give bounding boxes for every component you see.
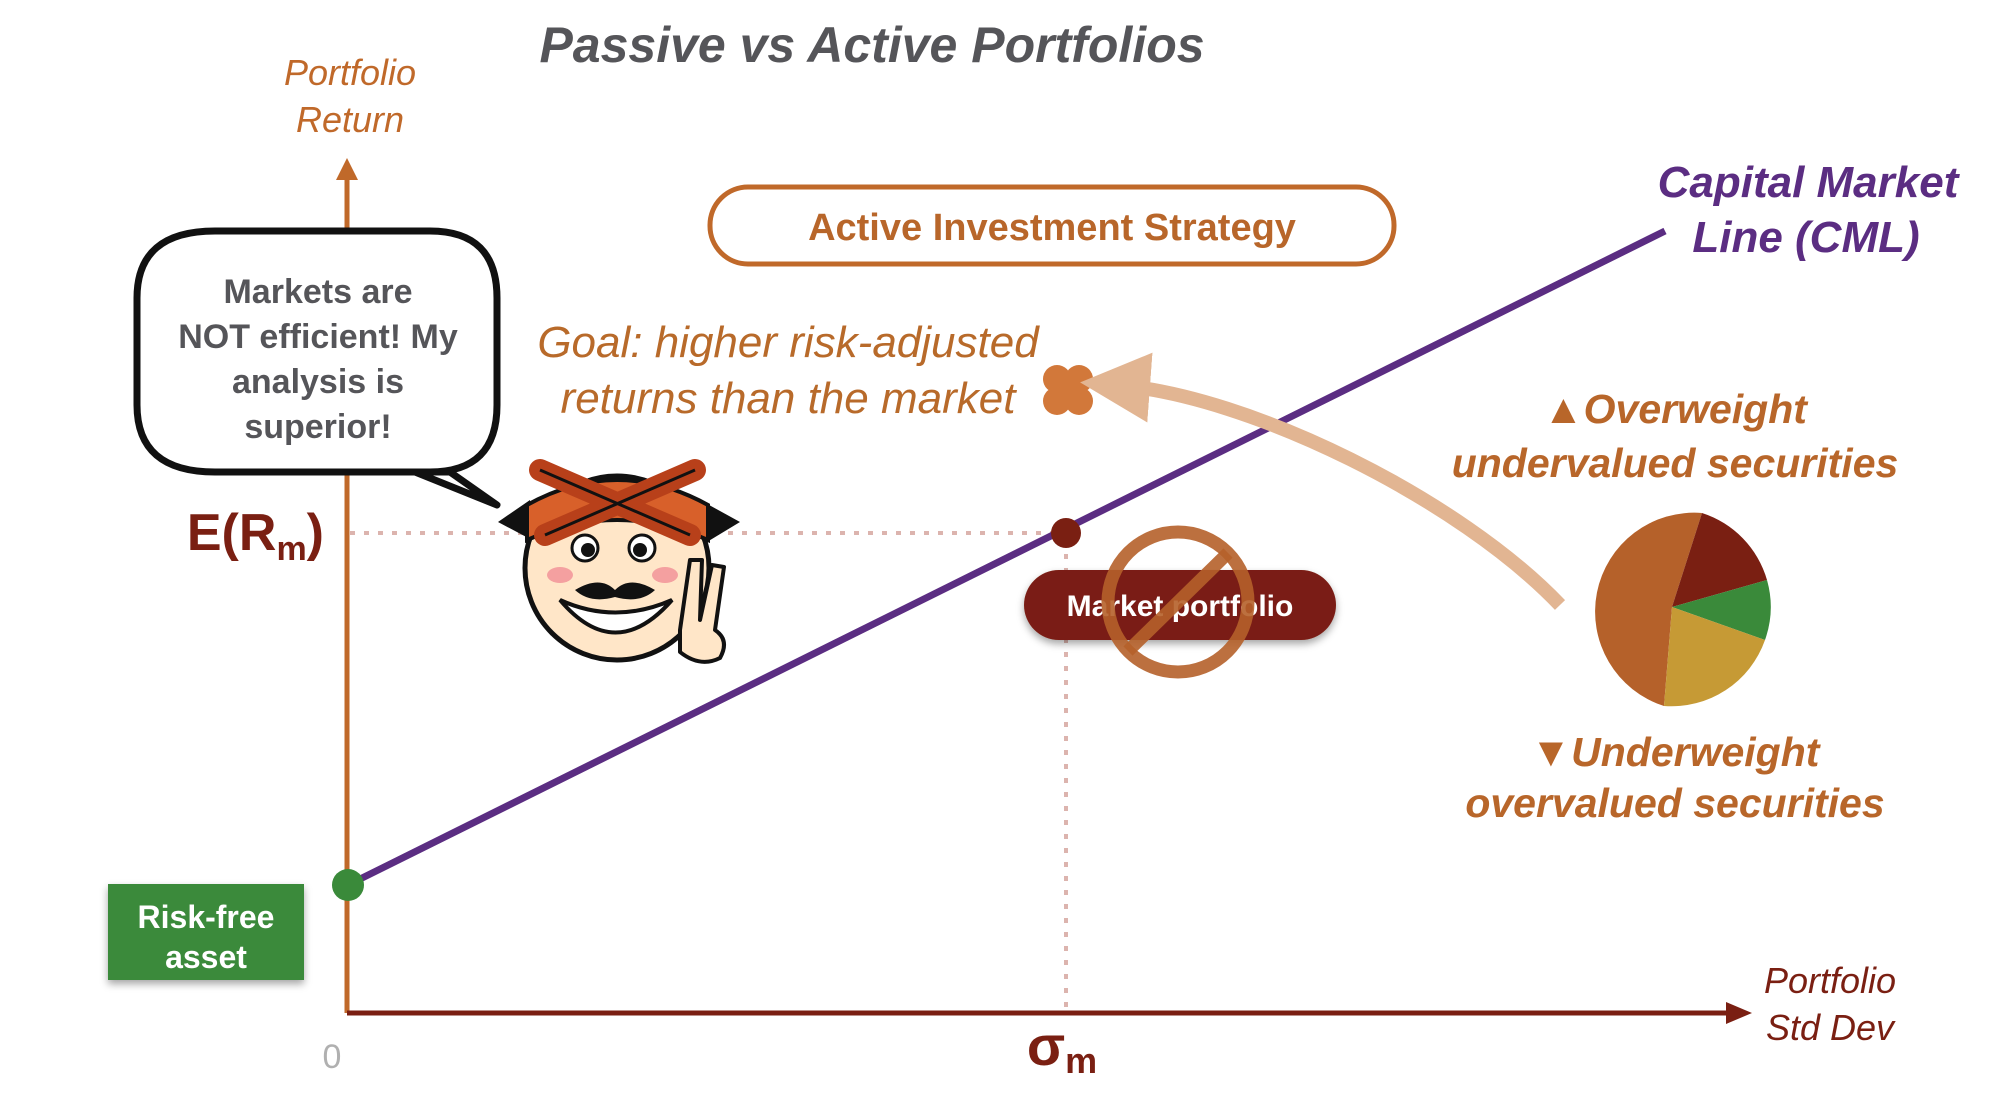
y-axis-label-line2: Return (296, 99, 404, 140)
overweight-line2: undervalued securities (1452, 440, 1899, 486)
risk-free-point (332, 869, 364, 901)
market-portfolio-point (1051, 518, 1081, 548)
goal-line2: returns than the market (561, 374, 1018, 423)
speech-bubble-line3: analysis is (232, 363, 404, 401)
target-flower-icon (1043, 365, 1093, 415)
speech-bubble-line2: NOT efficient! My (178, 318, 458, 356)
y-axis-label-line1: Portfolio (284, 52, 416, 93)
diagram-canvas: Passive vs Active Portfolios Portfolio R… (108, 17, 1961, 1081)
risk-free-line1: Risk-free (138, 899, 275, 935)
overweight-line1: ▲Overweight (1543, 386, 1809, 432)
expected-return-label: E(Rm) (187, 504, 324, 568)
page-title: Passive vs Active Portfolios (539, 17, 1204, 73)
underweight-line1: ▼Underweight (1531, 729, 1822, 775)
origin-label: 0 (323, 1038, 342, 1076)
speech-bubble-line4: superior! (244, 408, 391, 446)
x-axis-label-line2: Std Dev (1766, 1007, 1896, 1048)
sigma-m-label: σm (1027, 1014, 1097, 1081)
cml-label-line2: Line (CML) (1692, 213, 1919, 262)
x-axis-arrowhead (1726, 1002, 1752, 1024)
risk-free-line2: asset (165, 939, 247, 975)
y-axis-arrowhead (336, 158, 358, 180)
goal-line1: Goal: higher risk-adjusted (537, 318, 1040, 367)
cml-label-line1: Capital Market (1658, 158, 1961, 207)
underweight-line2: overvalued securities (1465, 780, 1884, 826)
active-strategy-label: Active Investment Strategy (808, 207, 1296, 249)
x-axis-label-line1: Portfolio (1764, 960, 1896, 1001)
pie-chart-icon (1595, 512, 1771, 707)
cartoon-investor-icon (498, 459, 740, 664)
speech-bubble-line1: Markets are (223, 273, 412, 311)
